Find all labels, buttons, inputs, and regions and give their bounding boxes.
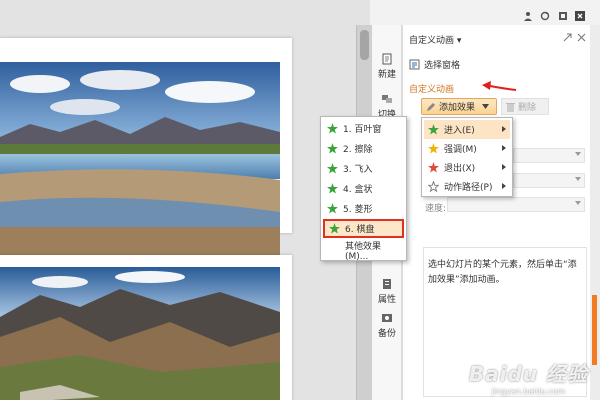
- landscape-photo-1[interactable]: [0, 62, 280, 257]
- property-select[interactable]: [513, 173, 585, 188]
- title-bar: [370, 0, 600, 25]
- chevron-down-icon: ▾: [456, 36, 462, 46]
- slide-canvas: [0, 0, 370, 400]
- delete-label: 删除: [518, 103, 537, 113]
- delete-icon: [506, 102, 515, 112]
- green-star-icon: [327, 183, 338, 194]
- submenu-item-label: 3. 飞入: [343, 165, 373, 175]
- menu-item-emphasis[interactable]: 强调(M): [424, 139, 510, 158]
- speed-label: 速度:: [425, 204, 447, 214]
- submenu-item-wipe[interactable]: 2. 擦除: [323, 139, 404, 158]
- speed-select[interactable]: [447, 197, 585, 212]
- chevron-right-icon: [502, 183, 506, 189]
- submenu-item-more-effects[interactable]: 其他效果(M)...: [323, 241, 404, 262]
- sync-icon[interactable]: [540, 11, 550, 21]
- sidebar-item-property[interactable]: 属性: [372, 278, 402, 305]
- entrance-submenu: 1. 百叶窗 2. 擦除 3. 飞入 4. 盒状 5. 菱形 6. 棋盘 其他效…: [320, 116, 407, 262]
- submenu-item-label: 其他效果(M)...: [345, 242, 382, 262]
- menu-item-label: 动作路径(P): [444, 183, 493, 193]
- section-title: 自定义动画: [409, 85, 455, 95]
- baidu-watermark: Baidu 经验 jingyan.baidu.com: [469, 358, 588, 396]
- orange-tab[interactable]: [592, 295, 597, 365]
- submenu-item-label: 1. 百叶窗: [343, 125, 382, 135]
- close-icon[interactable]: [577, 33, 586, 42]
- watermark-brand: Baidu 经验: [468, 362, 588, 386]
- submenu-item-label: 2. 擦除: [343, 145, 373, 155]
- submenu-item-checkerboard[interactable]: 6. 棋盘: [323, 219, 404, 238]
- sidebar-item-backup[interactable]: 备份: [372, 312, 402, 339]
- submenu-item-fly-in[interactable]: 3. 飞入: [323, 159, 404, 178]
- sidebar-item-label: 属性: [377, 295, 396, 305]
- menu-item-entrance[interactable]: 进入(E): [424, 120, 510, 139]
- green-star-icon: [327, 123, 338, 134]
- watermark-url: jingyan.baidu.com: [491, 387, 566, 396]
- menu-item-exit[interactable]: 退出(X): [424, 158, 510, 177]
- pane-title[interactable]: 自定义动画 ▾: [409, 33, 461, 46]
- property-icon: [383, 279, 391, 289]
- submenu-item-label: 6. 棋盘: [345, 225, 375, 235]
- menu-item-motion-path[interactable]: 动作路径(P): [424, 177, 510, 196]
- green-star-icon: [428, 124, 439, 135]
- sidebar-item-label: 新建: [377, 70, 396, 80]
- landscape-photo-2[interactable]: [0, 267, 280, 400]
- submenu-item-box[interactable]: 4. 盒状: [323, 179, 404, 198]
- chevron-right-icon: [502, 145, 506, 151]
- menu-item-label: 进入(E): [444, 126, 475, 136]
- sidebar-item-label: 备份: [377, 329, 396, 339]
- backup-icon: [382, 314, 392, 322]
- menu-item-label: 强调(M): [444, 145, 477, 155]
- red-star-icon: [428, 162, 439, 173]
- chevron-right-icon: [502, 126, 506, 132]
- add-effect-menu: 进入(E) 强调(M) 退出(X) 动作路径(P): [421, 117, 513, 197]
- close-icon[interactable]: [575, 11, 585, 21]
- delete-button[interactable]: 删除: [501, 98, 549, 115]
- start-select[interactable]: [513, 148, 585, 163]
- new-icon: [382, 53, 392, 65]
- green-star-icon: [329, 223, 340, 234]
- slide-1[interactable]: [0, 38, 292, 257]
- switch-icon: [382, 95, 392, 103]
- menu-item-label: 退出(X): [444, 164, 476, 174]
- select-pane-button[interactable]: 选择窗格: [409, 58, 460, 71]
- submenu-item-diamond[interactable]: 5. 菱形: [323, 199, 404, 218]
- pin-icon[interactable]: [563, 33, 572, 42]
- green-star-icon: [327, 143, 338, 154]
- chevron-down-icon: [482, 104, 490, 109]
- yellow-star-icon: [428, 143, 439, 154]
- sidebar-item-new[interactable]: 新建: [372, 53, 402, 80]
- select-pane-label: 选择窗格: [424, 61, 461, 71]
- pane-title-text: 自定义动画: [409, 36, 455, 46]
- submenu-item-label: 5. 菱形: [343, 205, 373, 215]
- share-icon[interactable]: [558, 11, 568, 21]
- slide-2[interactable]: [0, 255, 292, 400]
- green-star-icon: [327, 203, 338, 214]
- chevron-right-icon: [502, 164, 506, 170]
- submenu-item-blinds[interactable]: 1. 百叶窗: [323, 119, 404, 138]
- green-star-icon: [327, 163, 338, 174]
- submenu-item-label: 4. 盒状: [343, 185, 373, 195]
- pencil-icon: [427, 102, 435, 111]
- add-effect-button[interactable]: 添加效果: [421, 98, 497, 115]
- add-effect-label: 添加效果: [439, 103, 476, 113]
- red-arrow-annotation: [482, 81, 517, 91]
- scrollbar-thumb[interactable]: [360, 30, 369, 60]
- select-pane-icon: [409, 59, 420, 70]
- right-edge: [590, 25, 600, 400]
- user-icon[interactable]: [523, 11, 533, 21]
- outline-star-icon: [428, 181, 439, 192]
